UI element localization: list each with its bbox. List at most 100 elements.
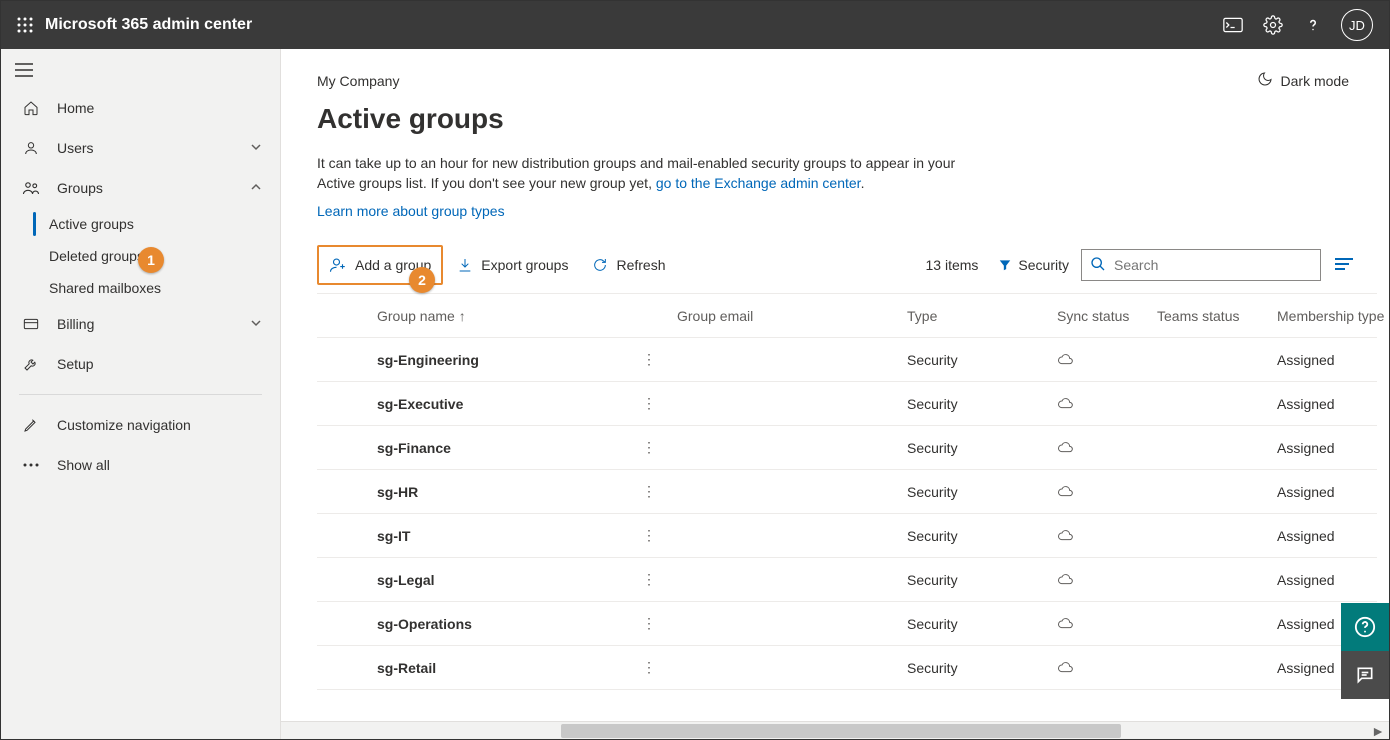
nav-setup[interactable]: Setup — [1, 344, 280, 384]
filter-button[interactable]: Security — [990, 257, 1077, 273]
nav-customize[interactable]: Customize navigation — [1, 405, 280, 445]
col-membership[interactable]: Membership type — [1277, 308, 1389, 324]
cell-group-name[interactable]: sg-HR — [377, 484, 637, 500]
cell-group-name[interactable]: sg-IT — [377, 528, 637, 544]
app-launcher-icon[interactable] — [9, 9, 41, 41]
wrench-icon — [19, 356, 43, 372]
table-row[interactable]: sg-HR⋮SecurityAssigned — [317, 470, 1377, 514]
col-type[interactable]: Type — [907, 308, 1057, 324]
row-actions-icon[interactable]: ⋮ — [637, 483, 661, 500]
search-box[interactable] — [1081, 249, 1321, 281]
help-fab[interactable] — [1341, 603, 1389, 651]
table-row[interactable]: sg-Retail⋮SecurityAssigned — [317, 646, 1377, 690]
nav-groups-label: Groups — [57, 180, 103, 196]
cell-group-name[interactable]: sg-Finance — [377, 440, 637, 456]
filter-icon — [998, 258, 1012, 272]
pencil-icon — [19, 417, 43, 433]
app-title: Microsoft 365 admin center — [45, 16, 252, 34]
download-icon — [457, 257, 473, 273]
cell-type: Security — [907, 484, 1057, 500]
scroll-right-icon[interactable]: ► — [1371, 724, 1385, 738]
nav-deleted-groups-label: Deleted groups — [49, 248, 144, 264]
cell-membership: Assigned — [1277, 440, 1389, 456]
nav-users[interactable]: Users — [1, 128, 280, 168]
scroll-thumb[interactable] — [561, 724, 1121, 738]
nav-active-groups[interactable]: Active groups — [1, 208, 280, 240]
row-actions-icon[interactable]: ⋮ — [637, 659, 661, 676]
add-user-icon — [329, 256, 347, 274]
cell-group-name[interactable]: sg-Engineering — [377, 352, 637, 368]
row-actions-icon[interactable]: ⋮ — [637, 395, 661, 412]
item-count: 13 items — [926, 257, 979, 273]
col-group-email[interactable]: Group email — [677, 308, 907, 324]
cloud-icon — [1057, 528, 1157, 544]
chevron-down-icon — [250, 316, 262, 332]
export-groups-button[interactable]: Export groups — [447, 245, 578, 285]
cell-type: Security — [907, 352, 1057, 368]
row-actions-icon[interactable]: ⋮ — [637, 571, 661, 588]
cell-group-name[interactable]: sg-Operations — [377, 616, 637, 632]
nav-groups[interactable]: Groups — [1, 168, 280, 208]
cell-type: Security — [907, 396, 1057, 412]
table-row[interactable]: sg-Executive⋮SecurityAssigned — [317, 382, 1377, 426]
settings-gear-icon[interactable] — [1253, 5, 1293, 45]
cell-membership: Assigned — [1277, 352, 1389, 368]
nav-shared-mailboxes[interactable]: Shared mailboxes — [1, 272, 280, 304]
search-input[interactable] — [1114, 257, 1312, 273]
table-row[interactable]: sg-Operations⋮SecurityAssigned — [317, 602, 1377, 646]
nav-show-all[interactable]: Show all — [1, 445, 280, 485]
shell-cloud-icon[interactable] — [1213, 5, 1253, 45]
cell-group-name[interactable]: sg-Retail — [377, 660, 637, 676]
row-actions-icon[interactable]: ⋮ — [637, 439, 661, 456]
help-icon[interactable] — [1293, 5, 1333, 45]
list-options-button[interactable] — [1335, 257, 1353, 274]
cell-membership: Assigned — [1277, 528, 1389, 544]
horizontal-scrollbar[interactable]: ◄ ► — [281, 721, 1389, 739]
row-actions-icon[interactable]: ⋮ — [637, 615, 661, 632]
row-actions-icon[interactable]: ⋮ — [637, 527, 661, 544]
exchange-admin-link[interactable]: go to the Exchange admin center — [656, 175, 861, 191]
cell-type: Security — [907, 616, 1057, 632]
groups-table: Group name ↑ Group email Type Sync statu… — [317, 293, 1377, 690]
cell-type: Security — [907, 528, 1057, 544]
body: Home Users Groups Active groups Deleted … — [1, 49, 1389, 739]
table-row[interactable]: sg-Engineering⋮SecurityAssigned — [317, 338, 1377, 382]
nav-users-label: Users — [57, 140, 94, 156]
left-nav: Home Users Groups Active groups Deleted … — [1, 49, 281, 739]
cell-group-name[interactable]: sg-Executive — [377, 396, 637, 412]
nav-billing[interactable]: Billing — [1, 304, 280, 344]
col-group-name[interactable]: Group name ↑ — [377, 308, 637, 324]
annotation-callout-2: 2 — [409, 267, 435, 293]
nav-active-groups-label: Active groups — [49, 216, 134, 232]
ellipsis-icon — [19, 463, 43, 467]
nav-billing-label: Billing — [57, 316, 94, 332]
cell-type: Security — [907, 660, 1057, 676]
nav-divider — [19, 394, 262, 395]
refresh-label: Refresh — [616, 257, 665, 273]
account-avatar[interactable]: JD — [1341, 9, 1373, 41]
help-fab-column — [1341, 603, 1389, 699]
cell-group-name[interactable]: sg-Legal — [377, 572, 637, 588]
cloud-icon — [1057, 616, 1157, 632]
nav-shared-mailboxes-label: Shared mailboxes — [49, 280, 161, 296]
feedback-fab[interactable] — [1341, 651, 1389, 699]
moon-icon — [1257, 71, 1273, 90]
nav-customize-label: Customize navigation — [57, 417, 191, 433]
refresh-button[interactable]: Refresh — [582, 245, 675, 285]
col-sync[interactable]: Sync status — [1057, 308, 1157, 324]
cell-membership: Assigned — [1277, 484, 1389, 500]
org-name: My Company — [317, 73, 1353, 89]
nav-home[interactable]: Home — [1, 88, 280, 128]
chevron-down-icon — [250, 140, 262, 156]
dark-mode-toggle[interactable]: Dark mode — [1257, 71, 1349, 90]
cloud-icon — [1057, 352, 1157, 368]
cloud-icon — [1057, 484, 1157, 500]
col-teams[interactable]: Teams status — [1157, 308, 1277, 324]
nav-collapse-icon[interactable] — [15, 63, 266, 80]
table-row[interactable]: sg-Finance⋮SecurityAssigned — [317, 426, 1377, 470]
table-row[interactable]: sg-Legal⋮SecurityAssigned — [317, 558, 1377, 602]
cell-type: Security — [907, 572, 1057, 588]
row-actions-icon[interactable]: ⋮ — [637, 351, 661, 368]
learn-more-link[interactable]: Learn more about group types — [317, 203, 505, 219]
table-row[interactable]: sg-IT⋮SecurityAssigned — [317, 514, 1377, 558]
